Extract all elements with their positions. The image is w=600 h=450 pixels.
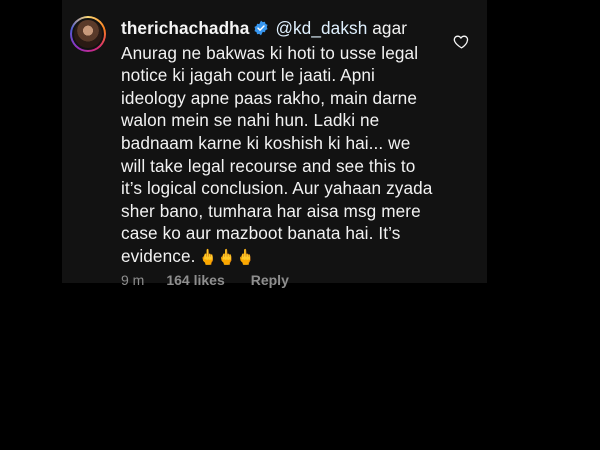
profile-avatar[interactable]	[70, 16, 106, 52]
username-link[interactable]: therichachadha	[121, 18, 249, 38]
mention-link[interactable]: @kd_daksh	[275, 18, 367, 38]
comment-text: agar Anurag ne bakwas ki hoti to usse le…	[121, 18, 433, 266]
verified-badge-icon	[253, 19, 269, 42]
comment-body: therichachadha @kd_daksh agar Anurag ne b…	[121, 17, 439, 270]
heart-outline-icon[interactable]	[453, 33, 470, 50]
reply-button[interactable]: Reply	[251, 272, 289, 288]
comment-timestamp[interactable]: 9 m	[121, 272, 144, 288]
middle-finger-emoji-icons: 🖕🖕🖕	[198, 248, 255, 266]
avatar-image	[72, 18, 104, 50]
likes-count[interactable]: 164 likes	[166, 272, 224, 288]
comment-meta: 9 m 164 likes Reply	[121, 272, 315, 288]
